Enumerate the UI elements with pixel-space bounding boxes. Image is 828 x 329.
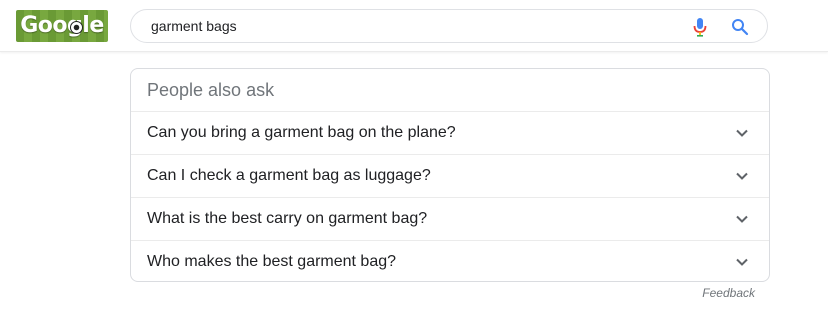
search-icon[interactable] bbox=[731, 18, 749, 36]
header-bar: Google garment bags bbox=[0, 0, 828, 52]
paa-question-4[interactable]: Who makes the best garment bag? bbox=[131, 241, 769, 283]
logo-text: Google bbox=[20, 13, 104, 38]
question-text: What is the best carry on garment bag? bbox=[147, 210, 428, 227]
chevron-down-icon[interactable] bbox=[735, 126, 749, 140]
paa-question-2[interactable]: Can I check a garment bag as luggage? bbox=[131, 155, 769, 198]
feedback-link[interactable]: Feedback bbox=[702, 286, 755, 300]
chevron-down-icon[interactable] bbox=[735, 255, 749, 269]
google-doodle-logo[interactable]: Google bbox=[16, 10, 108, 42]
microphone-icon[interactable] bbox=[692, 17, 708, 37]
soccer-ball-icon bbox=[70, 21, 83, 34]
question-text: Who makes the best garment bag? bbox=[147, 253, 397, 270]
paa-question-1[interactable]: Can you bring a garment bag on the plane… bbox=[131, 112, 769, 155]
search-input[interactable]: garment bags bbox=[151, 18, 237, 34]
chevron-down-icon[interactable] bbox=[735, 212, 749, 226]
paa-question-3[interactable]: What is the best carry on garment bag? bbox=[131, 198, 769, 241]
people-also-ask-panel: People also ask Can you bring a garment … bbox=[130, 68, 770, 282]
paa-heading: People also ask bbox=[131, 69, 769, 112]
search-box[interactable]: garment bags bbox=[130, 9, 768, 43]
question-text: Can you bring a garment bag on the plane… bbox=[147, 124, 456, 141]
question-text: Can I check a garment bag as luggage? bbox=[147, 167, 431, 184]
chevron-down-icon[interactable] bbox=[735, 169, 749, 183]
